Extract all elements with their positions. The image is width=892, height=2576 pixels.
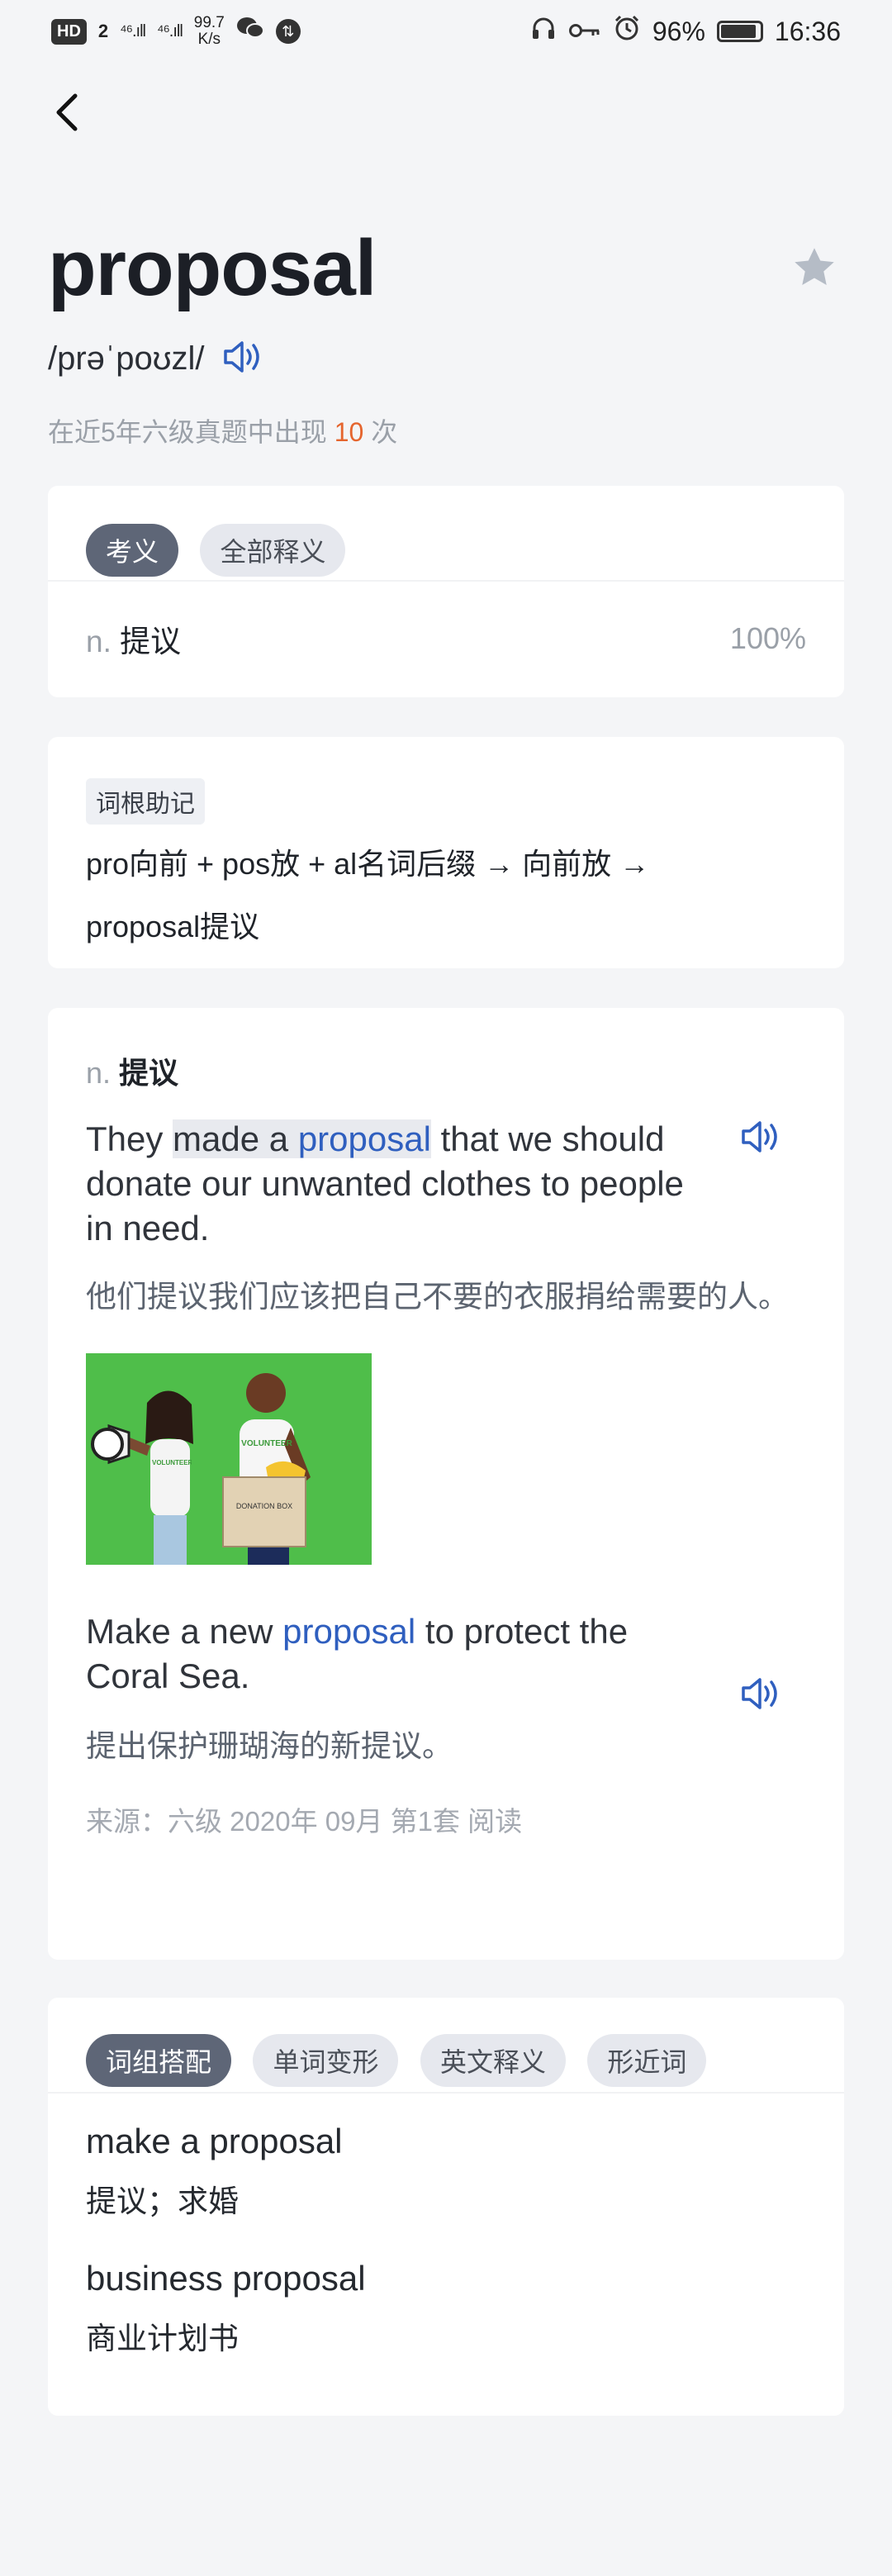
phrase-list: make a proposal 提议；求婚 business proposal … bbox=[86, 2122, 806, 2358]
phonetic-row: /prəˈpoʊzl/ bbox=[48, 339, 265, 379]
etymology-line-1: pro向前 + pos放 + al名词后缀 → 向前放 → bbox=[86, 847, 650, 881]
tab-english-definition[interactable]: 英文释义 bbox=[420, 2034, 566, 2087]
pronounce-button[interactable] bbox=[222, 339, 265, 379]
speed-unit: K/s bbox=[197, 31, 221, 48]
part-of-speech: n. bbox=[86, 625, 112, 658]
frequency-prefix: 在近5年六级真题中出现 bbox=[48, 417, 327, 447]
headword: proposal bbox=[48, 224, 377, 312]
status-left: HD 2 ⁴⁶.ıll ⁴⁶.ıll 99.7 K/s ⇅ bbox=[51, 15, 301, 48]
back-button[interactable] bbox=[43, 86, 89, 139]
meaning-card: 考义 全部释义 n. 提议 100% bbox=[48, 486, 844, 697]
example-2-keyword: proposal bbox=[282, 1612, 416, 1651]
headphones-icon bbox=[530, 15, 557, 48]
sense-label: 提议 bbox=[119, 1056, 179, 1090]
example-1-en: They made a proposal that we should dona… bbox=[86, 1117, 697, 1251]
network-speed: 99.7 K/s bbox=[194, 15, 225, 48]
status-right: 96% 16:36 bbox=[530, 14, 841, 49]
battery-icon bbox=[716, 21, 763, 42]
battery-fill bbox=[720, 25, 756, 38]
example-1-zh: 他们提议我们应该把自己不要的衣服捐给需要的人。 bbox=[86, 1280, 789, 1314]
chevron-left-icon bbox=[56, 93, 78, 131]
example-1-highlight: made a proposal bbox=[173, 1119, 431, 1158]
frequency-count: 10 bbox=[334, 417, 364, 447]
key-icon bbox=[568, 17, 601, 47]
etymology-text: pro向前 + pos放 + al名词后缀 → 向前放 → proposal提议 bbox=[86, 833, 806, 958]
sim-indicator: 2 bbox=[97, 21, 109, 41]
example-2-zh: 提出保护珊瑚海的新提议。 bbox=[86, 1729, 453, 1763]
status-bar: HD 2 ⁴⁶.ıll ⁴⁶.ıll 99.7 K/s ⇅ 96% 16:36 bbox=[0, 0, 892, 63]
frequency-suffix: 次 bbox=[371, 417, 398, 447]
tab-word-forms[interactable]: 单词变形 bbox=[253, 2034, 399, 2087]
example-1-audio-button[interactable] bbox=[740, 1119, 786, 1158]
etymology-line-2: proposal提议 bbox=[86, 910, 260, 943]
favorite-button[interactable] bbox=[790, 243, 839, 292]
alarm-icon bbox=[613, 14, 641, 49]
example-2-audio-button[interactable] bbox=[740, 1675, 786, 1715]
phrase-en: make a proposal bbox=[86, 2122, 343, 2160]
speaker-icon bbox=[224, 341, 260, 373]
battery-percent: 96% bbox=[652, 16, 705, 46]
sense-pos: n. bbox=[86, 1056, 112, 1090]
example-2-en: Make a new proposal to protect the Coral… bbox=[86, 1609, 697, 1699]
list-item[interactable]: business proposal 商业计划书 bbox=[86, 2259, 806, 2358]
example-1-collocation: made a bbox=[173, 1119, 298, 1158]
exam-frequency: 在近5年六级真题中出现 10 次 bbox=[48, 411, 397, 449]
phrase-card: 词组搭配 单词变形 英文释义 形近词 make a proposal 提议；求婚… bbox=[48, 1998, 844, 2416]
definition: 提议 bbox=[120, 625, 182, 658]
example-image: VOLUNTEER VOLUNTEER DONATION BOX bbox=[86, 1353, 372, 1565]
image-label-shirt-left: VOLUNTEER bbox=[152, 1459, 192, 1466]
speaker-icon bbox=[742, 1678, 777, 1709]
star-icon bbox=[795, 248, 834, 285]
tab-exam-meaning[interactable]: 考义 bbox=[86, 524, 179, 577]
tab-phrases[interactable]: 词组搭配 bbox=[86, 2034, 232, 2087]
image-label-shirt-right: VOLUNTEER bbox=[241, 1439, 292, 1448]
speed-value: 99.7 bbox=[193, 14, 225, 31]
etymology-tag: 词根助记 bbox=[86, 778, 205, 825]
clock: 16:36 bbox=[774, 16, 841, 46]
list-item[interactable]: make a proposal 提议；求婚 bbox=[86, 2122, 806, 2221]
meaning-tabs: 考义 全部释义 bbox=[86, 524, 806, 577]
meaning-row: n. 提议 100% bbox=[86, 616, 806, 661]
phrase-zh: 提议；求婚 bbox=[86, 2184, 239, 2218]
example-source: 来源：六级 2020年 09月 第1套 阅读 bbox=[86, 1806, 523, 1837]
phrase-tabs: 词组搭配 单词变形 英文释义 形近词 bbox=[86, 2034, 806, 2087]
data-transfer-icon: ⇅ bbox=[275, 19, 301, 44]
tab-similar-words[interactable]: 形近词 bbox=[587, 2034, 707, 2087]
etymology-card: 词根助记 pro向前 + pos放 + al名词后缀 → 向前放 → propo… bbox=[48, 737, 844, 968]
example-1-keyword: proposal bbox=[297, 1119, 431, 1158]
image-label-donation-box: DONATION BOX bbox=[235, 1502, 293, 1510]
wechat-icon bbox=[236, 16, 264, 47]
meaning: n. 提议 bbox=[86, 616, 181, 661]
example-1-text-before: They bbox=[86, 1119, 173, 1158]
phrase-zh: 商业计划书 bbox=[86, 2322, 239, 2355]
speaker-icon bbox=[742, 1121, 777, 1153]
example-2-text-before: Make a new bbox=[86, 1612, 283, 1651]
phrase-en: business proposal bbox=[86, 2259, 366, 2298]
signal-icon: ⁴⁶.ıll bbox=[120, 21, 146, 40]
hd-indicator: HD bbox=[51, 18, 87, 45]
example-card: n. 提议 They made a proposal that we shoul… bbox=[48, 1008, 844, 1960]
signal-icon-2: ⁴⁶.ıll bbox=[156, 21, 183, 40]
phonetic: /prəˈpoʊzl/ bbox=[48, 340, 205, 377]
sense-heading: n. 提议 bbox=[86, 1049, 806, 1092]
tab-all-meanings[interactable]: 全部释义 bbox=[200, 524, 346, 577]
meaning-percent: 100% bbox=[729, 621, 806, 655]
